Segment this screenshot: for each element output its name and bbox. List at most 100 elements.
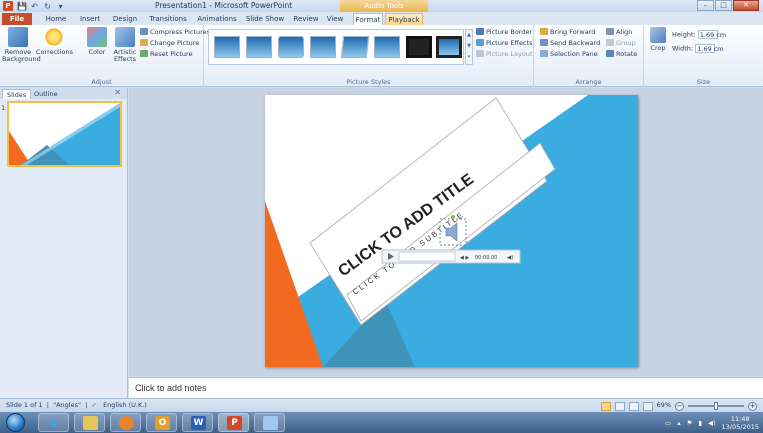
- crop-label: Crop: [650, 44, 666, 52]
- language[interactable]: English (U.K.): [103, 401, 147, 409]
- tab-slide-show[interactable]: Slide Show: [243, 13, 287, 25]
- width-field: Width: 1.69 cm: [672, 44, 724, 53]
- reset-picture-button[interactable]: Reset Picture: [140, 50, 193, 58]
- reading-view-button[interactable]: [628, 402, 639, 411]
- keyboard-icon[interactable]: ▭: [665, 419, 671, 427]
- notes-placeholder[interactable]: Click to add notes: [135, 383, 207, 393]
- network-icon[interactable]: ▮: [698, 419, 702, 427]
- maximize-button[interactable]: □: [715, 0, 732, 11]
- color-button[interactable]: Color: [86, 27, 108, 56]
- tab-design[interactable]: Design: [108, 13, 142, 25]
- change-picture-button[interactable]: Change Picture: [140, 39, 199, 47]
- height-field: Height: 1.69 cm: [672, 30, 726, 39]
- tab-format[interactable]: Format: [353, 13, 383, 25]
- save-icon[interactable]: 💾: [17, 2, 27, 11]
- tab-transitions[interactable]: Transitions: [145, 13, 191, 25]
- taskbar-outlook[interactable]: O: [146, 413, 177, 432]
- rotate-button[interactable]: Rotate: [606, 50, 637, 58]
- bring-forward-button[interactable]: Bring Forward: [540, 28, 595, 36]
- picture-layout-button[interactable]: Picture Layout: [476, 50, 533, 58]
- window-title: Presentation1 - Microsoft PowerPoint: [155, 1, 293, 10]
- width-label: Width:: [672, 44, 694, 53]
- close-button[interactable]: ✕: [733, 0, 759, 11]
- zoom-slider-knob[interactable]: [714, 402, 718, 410]
- picture-style-3[interactable]: [278, 36, 304, 58]
- volume-icon[interactable]: ◀): [708, 419, 716, 427]
- tab-slides[interactable]: Slides: [2, 89, 32, 99]
- tab-insert[interactable]: Insert: [74, 13, 106, 25]
- picture-style-6[interactable]: [374, 36, 400, 58]
- picture-style-7[interactable]: [406, 36, 432, 58]
- tab-outline[interactable]: Outline: [30, 89, 62, 99]
- audio-progress-track[interactable]: [398, 251, 456, 262]
- window-controls: – □ ✕: [697, 0, 759, 11]
- taskbar-explorer[interactable]: [74, 413, 105, 432]
- corrections-button[interactable]: Corrections: [36, 27, 73, 56]
- send-backward-button[interactable]: Send Backward: [540, 39, 600, 47]
- picture-styles-gallery: [208, 29, 464, 65]
- tab-playback[interactable]: Playback: [385, 13, 423, 25]
- width-input[interactable]: 1.69 cm: [695, 44, 724, 53]
- tab-review[interactable]: Review: [290, 13, 322, 25]
- selection-pane-button[interactable]: Selection Pane: [540, 50, 598, 58]
- customize-qat-icon[interactable]: ▾: [56, 2, 65, 11]
- close-pane-icon[interactable]: ✕: [114, 88, 121, 97]
- crop-button[interactable]: Crop: [648, 27, 668, 52]
- redo-icon[interactable]: ↻: [43, 2, 52, 11]
- taskbar-word[interactable]: W: [182, 413, 213, 432]
- remove-background-button[interactable]: Remove Background: [2, 27, 41, 63]
- volume-icon[interactable]: ◀): [507, 255, 513, 261]
- slide-editing-area: CLICK TO ADD TITLE CLICK TO ADD SUBTITLE…: [129, 88, 763, 376]
- spellcheck-icon[interactable]: ✓: [91, 401, 96, 409]
- zoom-level[interactable]: 69%: [657, 399, 671, 412]
- slide-show-button[interactable]: [642, 402, 653, 411]
- status-bar: Slide 1 of 1 | "Angles" | ✓ English (U.K…: [0, 398, 763, 412]
- compress-label: Compress Pictures: [150, 28, 211, 36]
- zoom-out-button[interactable]: −: [675, 401, 684, 411]
- normal-view-button[interactable]: [600, 402, 611, 411]
- minimize-button[interactable]: –: [697, 0, 714, 11]
- slide-thumbnail[interactable]: [7, 101, 122, 167]
- picture-style-5[interactable]: [340, 36, 370, 58]
- media-player-icon: [119, 416, 134, 430]
- powerpoint-logo-icon[interactable]: P: [3, 1, 13, 11]
- tab-animations[interactable]: Animations: [194, 13, 240, 25]
- compress-pictures-button[interactable]: Compress Pictures: [140, 28, 210, 36]
- picture-style-4[interactable]: [310, 36, 336, 58]
- taskbar-paint[interactable]: [254, 413, 285, 432]
- height-input[interactable]: 1.69 cm: [697, 30, 726, 39]
- status-right: 69% − +: [600, 399, 757, 412]
- picture-style-8[interactable]: [436, 36, 462, 58]
- tab-file[interactable]: File: [2, 13, 32, 25]
- taskbar-media-player[interactable]: [110, 413, 141, 432]
- rewind-forward-icons[interactable]: ◀ ▶: [460, 255, 469, 261]
- rotate-handle[interactable]: [451, 215, 455, 219]
- slides-pane: Slides Outline ✕ 1: [0, 88, 128, 398]
- start-button[interactable]: [6, 413, 25, 432]
- artistic-effects-label: Artistic Effects: [113, 48, 137, 63]
- slide-sorter-button[interactable]: [614, 402, 625, 411]
- compress-icon: [140, 28, 148, 35]
- undo-icon[interactable]: ↶: [30, 2, 39, 11]
- artistic-effects-button[interactable]: Artistic Effects: [112, 27, 138, 63]
- show-hidden-icons[interactable]: ▴: [677, 419, 680, 427]
- taskbar-powerpoint[interactable]: P: [218, 413, 249, 432]
- tab-view[interactable]: View: [324, 13, 346, 25]
- windows-taskbar: e O W P ▭ ▴ ⚑ ▮ ◀) 11:48 13/05/2015: [0, 412, 763, 433]
- picture-style-2[interactable]: [246, 36, 272, 58]
- picture-style-1[interactable]: [214, 36, 240, 58]
- align-button[interactable]: Align: [606, 28, 632, 36]
- slide-canvas[interactable]: CLICK TO ADD TITLE CLICK TO ADD SUBTITLE…: [265, 95, 638, 367]
- clock[interactable]: 11:48 13/05/2015: [722, 415, 759, 431]
- zoom-slider[interactable]: [688, 402, 744, 410]
- zoom-in-button[interactable]: +: [748, 401, 757, 411]
- height-label: Height:: [672, 30, 696, 39]
- taskbar-internet-explorer[interactable]: e: [38, 413, 69, 432]
- group-button[interactable]: Group: [606, 39, 636, 47]
- notes-pane[interactable]: Click to add notes: [129, 377, 763, 398]
- flag-icon[interactable]: ⚑: [687, 419, 693, 427]
- tab-home[interactable]: Home: [40, 13, 72, 25]
- picture-border-button[interactable]: Picture Border: [476, 28, 532, 36]
- picture-effects-button[interactable]: Picture Effects: [476, 39, 533, 47]
- styles-gallery-scroll[interactable]: ▲ ▼ ▾: [465, 29, 473, 65]
